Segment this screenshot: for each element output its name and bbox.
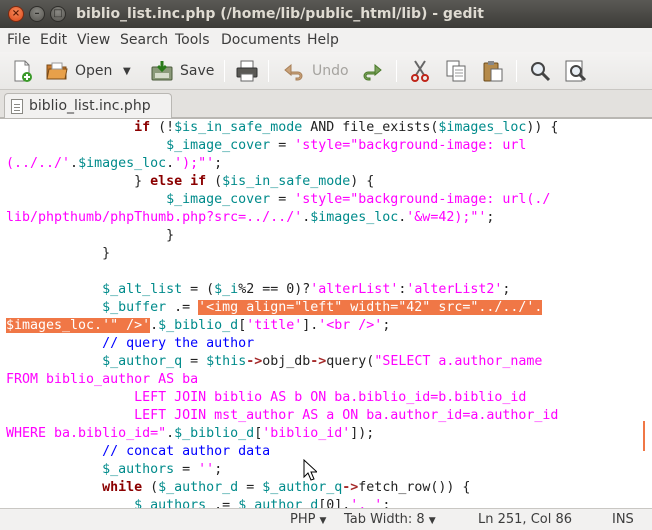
code-line: // concat author data bbox=[102, 444, 271, 459]
find-replace-button[interactable] bbox=[564, 57, 588, 85]
tab-label: biblio_list.inc.php bbox=[29, 98, 151, 114]
maximize-icon: □ bbox=[53, 8, 63, 19]
code-line: } bbox=[166, 228, 175, 243]
save-button[interactable]: Save bbox=[150, 57, 214, 85]
selected-text: $images_loc.'" />' bbox=[6, 318, 151, 333]
toolbar-separator bbox=[516, 60, 517, 82]
menu-help[interactable]: Help bbox=[307, 32, 339, 48]
open-label: Open bbox=[75, 63, 113, 79]
open-recent-dropdown[interactable]: ▼ bbox=[123, 57, 131, 85]
document-tab-bar: biblio_list.inc.php bbox=[0, 90, 652, 119]
toolbar-separator bbox=[396, 60, 397, 82]
file-icon bbox=[11, 99, 23, 114]
insert-mode: INS bbox=[612, 512, 634, 527]
toolbar: Open ▼ Save Undo bbox=[0, 52, 652, 90]
scissors-icon bbox=[408, 59, 432, 83]
menu-edit[interactable]: Edit bbox=[40, 32, 67, 48]
maximize-window-button[interactable]: □ bbox=[50, 6, 66, 22]
paste-button[interactable] bbox=[481, 57, 505, 85]
minimize-window-button[interactable]: – bbox=[29, 6, 45, 22]
chevron-down-icon: ▼ bbox=[428, 516, 436, 526]
status-bar: PHP ▼ Tab Width: 8 ▼ Ln 251, Col 86 INS bbox=[0, 508, 652, 530]
mouse-cursor-icon bbox=[303, 458, 319, 481]
language-selector[interactable]: PHP ▼ bbox=[290, 512, 326, 527]
redo-icon bbox=[360, 59, 384, 83]
cut-button[interactable] bbox=[408, 57, 432, 85]
code-line: $_image_cover = 'style="background-image… bbox=[166, 192, 551, 207]
print-button[interactable] bbox=[235, 57, 259, 85]
close-window-button[interactable]: × bbox=[8, 6, 24, 22]
code-line: $_author_q = $this->obj_db->query("SELEC… bbox=[102, 354, 543, 369]
printer-icon bbox=[235, 59, 259, 83]
code-line: $_authors .= $_author_d[0].', '; bbox=[134, 498, 391, 508]
save-icon bbox=[150, 59, 174, 83]
minimize-icon: – bbox=[34, 8, 40, 19]
title-bar: × – □ biblio_list.inc.php (/home/lib/pub… bbox=[0, 0, 652, 28]
code-line: (../../'.$images_loc.');"'; bbox=[6, 156, 223, 171]
overview-marker bbox=[643, 421, 645, 451]
code-line: $images_loc.'" />'.$_biblio_d['title'].'… bbox=[6, 318, 391, 333]
code-line: WHERE ba.biblio_id=".$_biblio_d['biblio_… bbox=[6, 426, 375, 441]
window-title: biblio_list.inc.php (/home/lib/public_ht… bbox=[76, 6, 484, 22]
menu-tools[interactable]: Tools bbox=[175, 32, 210, 48]
code-line: $_buffer .= '<img align="left" width="42… bbox=[102, 300, 543, 315]
code-line: } else if ($is_in_safe_mode) { bbox=[134, 174, 375, 189]
paste-icon bbox=[481, 59, 505, 83]
menu-documents[interactable]: Documents bbox=[221, 32, 301, 48]
code-line: while ($_author_d = $_author_q->fetch_ro… bbox=[102, 480, 471, 495]
copy-button[interactable] bbox=[444, 57, 468, 85]
undo-button[interactable]: Undo bbox=[282, 57, 349, 85]
code-editor[interactable]: if (!$is_in_safe_mode AND file_exists($i… bbox=[0, 118, 652, 508]
menu-view[interactable]: View bbox=[77, 32, 110, 48]
undo-icon bbox=[282, 59, 306, 83]
toolbar-separator bbox=[268, 60, 269, 82]
folder-open-icon bbox=[45, 59, 69, 83]
save-label: Save bbox=[180, 63, 215, 79]
redo-button[interactable] bbox=[360, 57, 384, 85]
find-button[interactable] bbox=[528, 57, 552, 85]
toolbar-separator bbox=[224, 60, 225, 82]
menu-bar: File Edit View Search Tools Documents He… bbox=[0, 28, 652, 52]
code-line: if (!$is_in_safe_mode AND file_exists($i… bbox=[134, 120, 559, 135]
document-tab[interactable]: biblio_list.inc.php bbox=[4, 93, 172, 119]
tab-width-selector[interactable]: Tab Width: 8 ▼ bbox=[344, 512, 436, 527]
chevron-down-icon: ▼ bbox=[123, 65, 131, 77]
code-line: $_alt_list = ($_i%2 == 0)?'alterList':'a… bbox=[102, 282, 511, 297]
code-line: } bbox=[102, 246, 111, 261]
cursor-position: Ln 251, Col 86 bbox=[478, 512, 573, 527]
new-document-button[interactable] bbox=[10, 57, 34, 85]
code-line: lib/phpthumb/phpThumb.php?src=../../'.$i… bbox=[6, 210, 495, 225]
code-line: FROM biblio_author AS ba bbox=[6, 372, 199, 387]
code-line: LEFT JOIN mst_author AS a ON ba.author_i… bbox=[134, 408, 559, 423]
code-line: LEFT JOIN biblio AS b ON ba.biblio_id=b.… bbox=[134, 390, 527, 405]
find-replace-icon bbox=[564, 59, 588, 83]
menu-search[interactable]: Search bbox=[120, 32, 168, 48]
code-line: $_authors = ''; bbox=[102, 462, 223, 477]
code-line: // query the author bbox=[102, 336, 255, 351]
menu-file[interactable]: File bbox=[7, 32, 30, 48]
chevron-down-icon: ▼ bbox=[319, 516, 327, 526]
selected-text: '<img align="left" width="42" src="../..… bbox=[198, 300, 543, 315]
undo-label: Undo bbox=[312, 63, 349, 79]
new-document-icon bbox=[10, 59, 34, 83]
open-button[interactable]: Open bbox=[45, 57, 112, 85]
code-line: $_image_cover = 'style="background-image… bbox=[166, 138, 527, 153]
close-icon: × bbox=[11, 8, 21, 19]
search-icon bbox=[528, 59, 552, 83]
copy-icon bbox=[444, 59, 468, 83]
